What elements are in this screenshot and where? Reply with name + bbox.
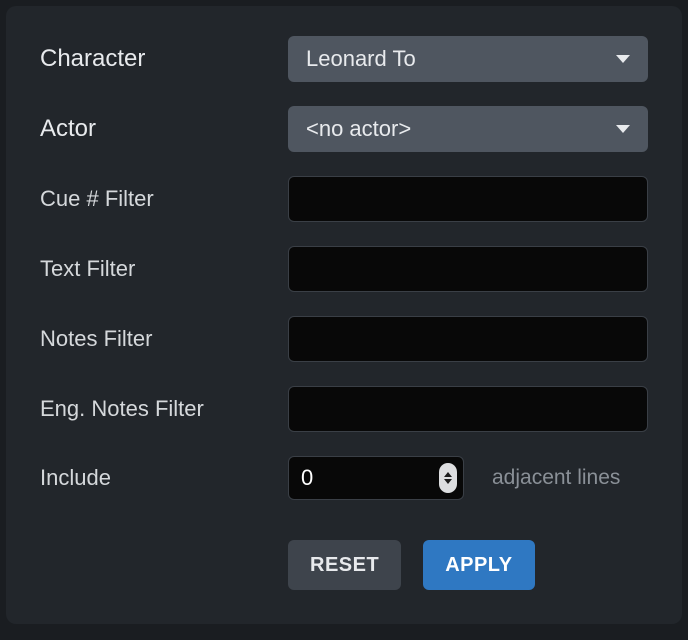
chevron-down-icon	[444, 479, 452, 484]
cue-filter-label: Cue # Filter	[40, 186, 288, 212]
actor-value: <no actor>	[306, 116, 411, 142]
text-filter-label: Text Filter	[40, 256, 288, 282]
reset-button[interactable]: RESET	[288, 540, 401, 590]
stepper-control[interactable]	[439, 463, 457, 493]
include-row: Include 0 adjacent lines	[40, 456, 648, 500]
character-row: Character Leonard To	[40, 36, 648, 82]
apply-button[interactable]: APPLY	[423, 540, 534, 590]
character-select[interactable]: Leonard To	[288, 36, 648, 82]
cue-filter-row: Cue # Filter	[40, 176, 648, 222]
actor-label: Actor	[40, 115, 288, 143]
chevron-up-icon	[444, 472, 452, 477]
notes-filter-label: Notes Filter	[40, 326, 288, 352]
actor-select[interactable]: <no actor>	[288, 106, 648, 152]
chevron-down-icon	[616, 125, 630, 133]
actor-row: Actor <no actor>	[40, 106, 648, 152]
notes-filter-input[interactable]	[288, 316, 648, 362]
chevron-down-icon	[616, 55, 630, 63]
include-stepper[interactable]: 0	[288, 456, 464, 500]
button-row: RESET APPLY	[40, 540, 648, 590]
text-filter-input[interactable]	[288, 246, 648, 292]
include-value: 0	[301, 465, 313, 491]
eng-notes-filter-row: Eng. Notes Filter	[40, 386, 648, 432]
eng-notes-filter-label: Eng. Notes Filter	[40, 396, 288, 422]
include-label: Include	[40, 465, 288, 491]
character-value: Leonard To	[306, 46, 416, 72]
text-filter-row: Text Filter	[40, 246, 648, 292]
character-label: Character	[40, 45, 288, 73]
cue-filter-input[interactable]	[288, 176, 648, 222]
include-suffix: adjacent lines	[492, 466, 620, 490]
filter-panel: Character Leonard To Actor <no actor> Cu…	[6, 6, 682, 624]
eng-notes-filter-input[interactable]	[288, 386, 648, 432]
notes-filter-row: Notes Filter	[40, 316, 648, 362]
